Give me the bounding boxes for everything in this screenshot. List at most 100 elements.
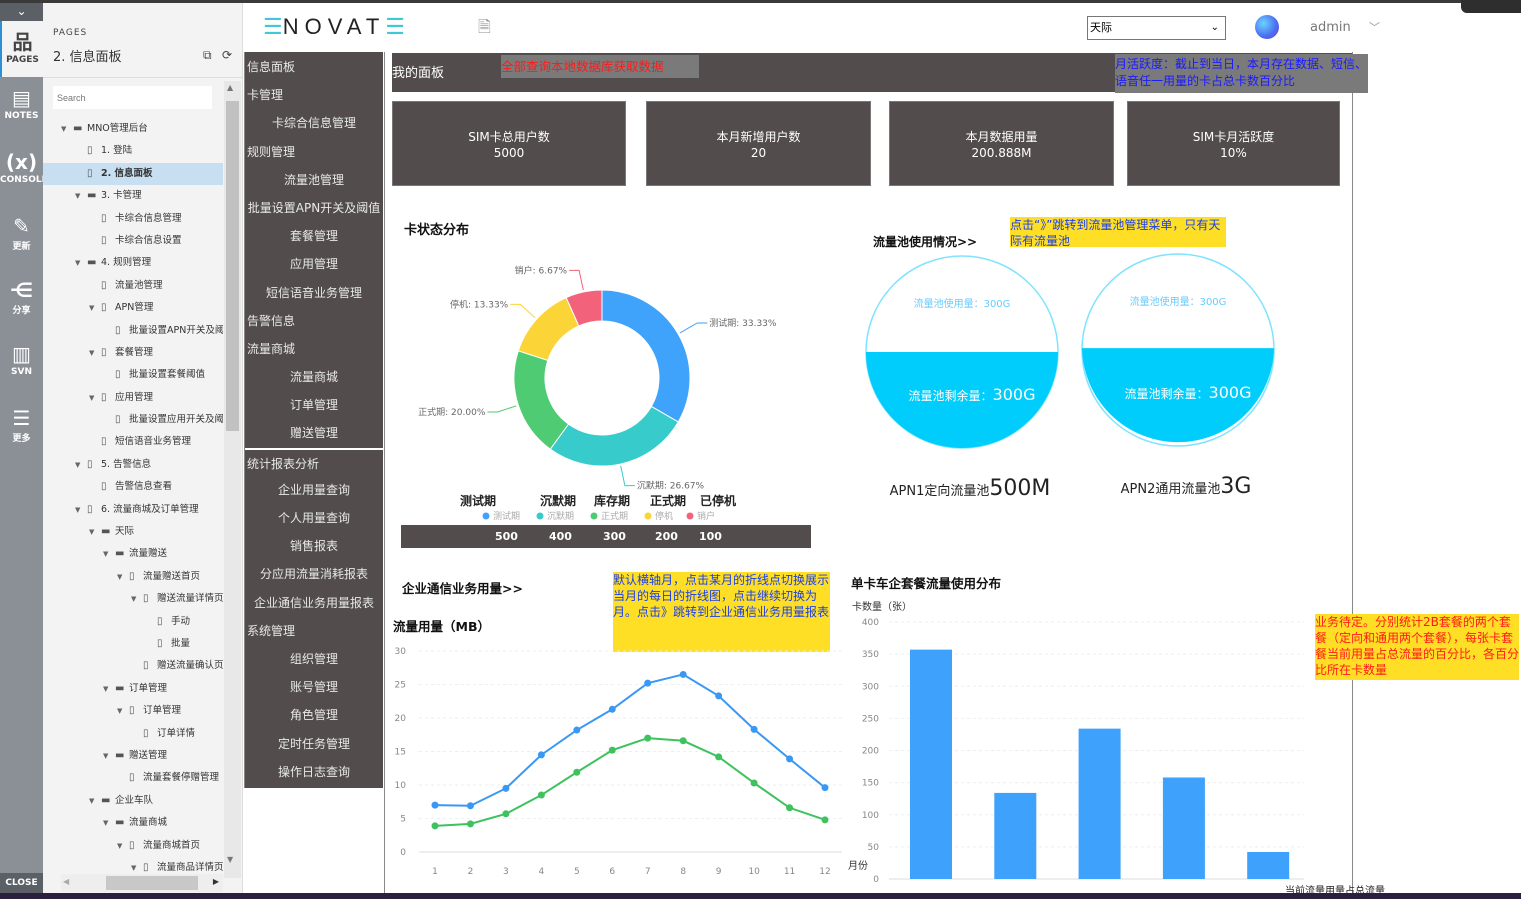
- tree-item[interactable]: ▼ ▬ 3. 卡管理: [43, 185, 223, 207]
- tree-item[interactable]: ▼ ▯ 应用管理: [43, 387, 223, 409]
- rail-item-notes[interactable]: ▤ NOTES: [0, 77, 43, 141]
- tree-item[interactable]: ▼ ▬ 流量赠送: [43, 543, 223, 565]
- refresh-icon[interactable]: ⟳: [222, 48, 232, 62]
- nav-item[interactable]: 批量设置APN开关及阈值: [245, 194, 383, 222]
- close-button[interactable]: CLOSE: [0, 873, 43, 893]
- tree-item[interactable]: ▯ 批量: [43, 633, 223, 655]
- tree-item[interactable]: ▯ 手动: [43, 611, 223, 633]
- nav-item[interactable]: 信息面板: [245, 53, 383, 81]
- expand-arrow-icon[interactable]: ▼: [89, 297, 101, 319]
- nav-item[interactable]: 操作日志查询: [245, 758, 383, 786]
- rail-item-更新[interactable]: ✎ 更新: [0, 205, 43, 269]
- expand-arrow-icon[interactable]: ▼: [103, 812, 115, 834]
- nav-item[interactable]: 组织管理: [245, 645, 383, 673]
- expand-arrow-icon[interactable]: ▼: [103, 543, 115, 565]
- nav-item[interactable]: 分应用流量消耗报表: [245, 560, 383, 588]
- organization-select[interactable]: 天际 ⌄: [1087, 16, 1226, 40]
- expand-arrow-icon[interactable]: ▼: [75, 499, 87, 521]
- expand-arrow-icon[interactable]: ▼: [117, 835, 129, 857]
- pool-title-link[interactable]: 流量池使用情况>>: [873, 233, 977, 250]
- stat-card[interactable]: 本月新增用户数 20: [646, 101, 871, 186]
- expand-arrow-icon[interactable]: ▼: [103, 678, 115, 700]
- nav-item[interactable]: 流量商城: [245, 363, 383, 391]
- nav-item[interactable]: 统计报表分析: [245, 447, 383, 476]
- tree-item[interactable]: ▼ ▯ APN管理: [43, 297, 223, 319]
- rail-item-分享[interactable]: ⋲ 分享: [0, 269, 43, 333]
- expand-arrow-icon[interactable]: ▼: [75, 454, 87, 476]
- nav-item[interactable]: 规则管理: [245, 138, 383, 166]
- tree-item[interactable]: ▼ ▯ 套餐管理: [43, 342, 223, 364]
- document-icon[interactable]: 🗎: [478, 16, 491, 43]
- expand-arrow-icon[interactable]: ▼: [89, 790, 101, 812]
- chevron-down-icon[interactable]: ﹀: [1369, 19, 1380, 35]
- nav-item[interactable]: 个人用量查询: [245, 504, 383, 532]
- avatar[interactable]: [1255, 15, 1279, 39]
- collapse-chevron-icon[interactable]: ⌄: [0, 3, 43, 21]
- tree-item[interactable]: ▯ 卡综合信息管理: [43, 208, 223, 230]
- nav-item[interactable]: 短信语音业务管理: [245, 279, 383, 307]
- tree-item[interactable]: ▼ ▯ 订单管理: [43, 700, 223, 722]
- tree-item[interactable]: ▼ ▬ 流量商城: [43, 812, 223, 834]
- user-name[interactable]: admin: [1310, 20, 1351, 35]
- nav-item[interactable]: 销售报表: [245, 532, 383, 560]
- tree-item[interactable]: ▼ ▯ 流量赠送首页: [43, 566, 223, 588]
- tree-item[interactable]: ▼ ▬ 订单管理: [43, 678, 223, 700]
- expand-arrow-icon[interactable]: ▼: [131, 857, 143, 873]
- nav-item[interactable]: 卡管理: [245, 81, 383, 109]
- nav-item[interactable]: 企业用量查询: [245, 476, 383, 504]
- expand-arrow-icon[interactable]: ▼: [75, 185, 87, 207]
- tree-item[interactable]: ▯ 批量设置套餐阈值: [43, 364, 223, 386]
- nav-item[interactable]: 卡综合信息管理: [245, 109, 383, 137]
- nav-item[interactable]: 套餐管理: [245, 222, 383, 250]
- tree-item[interactable]: ▯ 批量设置应用开关及阈: [43, 409, 223, 431]
- horizontal-scrollbar[interactable]: ◀ ▶: [61, 874, 223, 892]
- tree-item[interactable]: ▼ ▯ 流量商品详情页: [43, 857, 223, 873]
- search-input[interactable]: [53, 86, 212, 109]
- expand-arrow-icon[interactable]: ▼: [61, 118, 73, 140]
- tree-item[interactable]: ▯ 告警信息查看: [43, 476, 223, 498]
- tree-item[interactable]: ▯ 2. 信息面板: [43, 162, 223, 186]
- tree-item[interactable]: ▯ 卡综合信息设置: [43, 230, 223, 252]
- stat-card[interactable]: SIM卡总用户数 5000: [392, 101, 626, 186]
- tree-item[interactable]: ▼ ▯ 流量商城首页: [43, 835, 223, 857]
- rail-item-console[interactable]: (x) CONSOLE: [0, 141, 48, 205]
- tree-item[interactable]: ▯ 短信语音业务管理: [43, 431, 223, 453]
- rail-item-svn[interactable]: ▥ SVN: [0, 333, 43, 397]
- expand-arrow-icon[interactable]: ▼: [89, 521, 101, 543]
- expand-arrow-icon[interactable]: ▼: [103, 745, 115, 767]
- enterprise-usage-line-chart[interactable]: 0510152025301 2 3 4 5 6 7 8 9 10 11 12: [384, 560, 844, 893]
- tree-item[interactable]: ▼ ▯ 6. 流量商城及订单管理: [43, 499, 223, 521]
- nav-item[interactable]: 角色管理: [245, 701, 383, 729]
- tree-item[interactable]: ▼ ▬ MNO管理后台: [43, 118, 223, 140]
- expand-arrow-icon[interactable]: ▼: [117, 700, 129, 722]
- tree-item[interactable]: ▯ 批量设置APN开关及阈: [43, 320, 223, 342]
- nav-item[interactable]: 系统管理: [245, 617, 383, 645]
- nav-item[interactable]: 流量商城: [245, 335, 383, 363]
- nav-item[interactable]: 赠送管理: [245, 419, 383, 447]
- tree-item[interactable]: ▯ 1. 登陆: [43, 140, 223, 162]
- nav-item[interactable]: 流量池管理: [245, 166, 383, 194]
- expand-arrow-icon[interactable]: ▼: [117, 566, 129, 588]
- tree-item[interactable]: ▯ 流量池管理: [43, 275, 223, 297]
- tree-item[interactable]: ▼ ▬ 企业车队: [43, 790, 223, 812]
- tree-item[interactable]: ▯ 赠送流量确认页: [43, 655, 223, 677]
- tree-item[interactable]: ▼ ▯ 5. 告警信息: [43, 454, 223, 476]
- nav-item[interactable]: 订单管理: [245, 391, 383, 419]
- tree-item[interactable]: ▯ 订单详情: [43, 723, 223, 745]
- nav-item[interactable]: 账号管理: [245, 673, 383, 701]
- stat-card[interactable]: 本月数据用量 200.888M: [889, 101, 1114, 186]
- tree-item[interactable]: ▼ ▯ 赠送流量详情页: [43, 588, 223, 610]
- expand-arrow-icon[interactable]: ▼: [89, 342, 101, 364]
- stat-card[interactable]: SIM卡月活跃度 10%: [1127, 101, 1340, 186]
- nav-item[interactable]: 定时任务管理: [245, 730, 383, 758]
- nav-item[interactable]: 应用管理: [245, 250, 383, 278]
- tree-item[interactable]: ▯ 流量套餐停赠管理: [43, 767, 223, 789]
- expand-arrow-icon[interactable]: ▼: [131, 588, 143, 610]
- vertical-scrollbar[interactable]: ▲ ▼: [224, 81, 241, 878]
- rail-item-pages[interactable]: 品 PAGES: [0, 21, 43, 77]
- tree-item[interactable]: ▼ ▬ 4. 规则管理: [43, 252, 223, 274]
- nav-item[interactable]: 告警信息: [245, 307, 383, 335]
- export-icon[interactable]: ⧉: [203, 48, 212, 63]
- expand-arrow-icon[interactable]: ▼: [75, 252, 87, 274]
- rail-item-更多[interactable]: ☰ 更多: [0, 397, 43, 461]
